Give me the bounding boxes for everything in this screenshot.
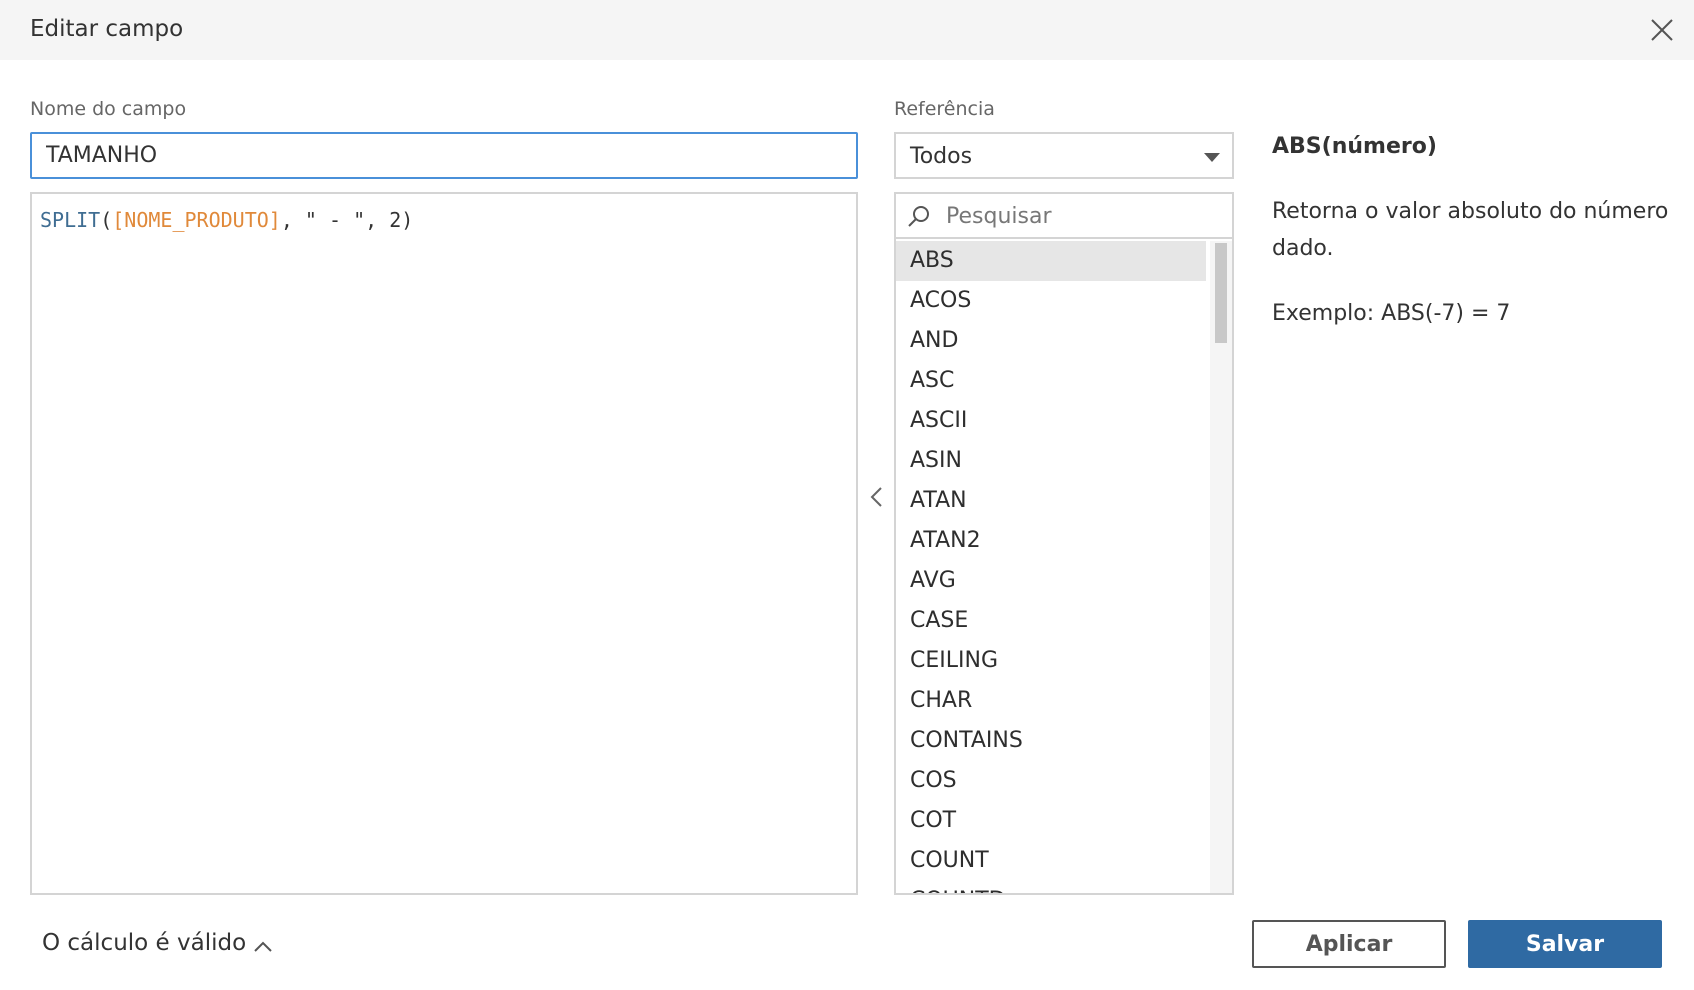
- dialog-title: Editar campo: [30, 16, 184, 42]
- function-search: [896, 194, 1232, 239]
- function-list-item[interactable]: CONTAINS: [896, 721, 1206, 761]
- function-list-item[interactable]: CHAR: [896, 681, 1206, 721]
- function-list-item[interactable]: ASCII: [896, 401, 1206, 441]
- function-list-item[interactable]: ACOS: [896, 281, 1206, 321]
- function-list-item[interactable]: AND: [896, 321, 1206, 361]
- close-icon[interactable]: [1646, 14, 1678, 46]
- function-list-item[interactable]: CEILING: [896, 641, 1206, 681]
- formula-open-paren: (: [100, 208, 113, 232]
- function-list-item[interactable]: AVG: [896, 561, 1206, 601]
- scrollbar-thumb[interactable]: [1215, 243, 1227, 343]
- formula-function: SPLIT: [40, 208, 101, 232]
- function-documentation: ABS(número) Retorna o valor absoluto do …: [1272, 134, 1672, 326]
- function-list-item[interactable]: COT: [896, 801, 1206, 841]
- function-list-panel: ABSACOSANDASCASCIIASINATANATAN2AVGCASECE…: [894, 192, 1234, 895]
- validation-status[interactable]: O cálculo é válido: [42, 930, 246, 956]
- function-search-input[interactable]: [946, 200, 1216, 232]
- chevron-left-icon[interactable]: [866, 484, 888, 510]
- formula-editor[interactable]: SPLIT([NOME_PRODUTO], " - ", 2): [30, 192, 858, 895]
- function-list-item[interactable]: COUNTD: [896, 881, 1206, 893]
- field-name-input[interactable]: [30, 132, 858, 179]
- function-signature: ABS(número): [1272, 134, 1437, 159]
- function-list-item[interactable]: CASE: [896, 601, 1206, 641]
- save-button[interactable]: Salvar: [1468, 920, 1662, 968]
- function-list-item[interactable]: COS: [896, 761, 1206, 801]
- apply-button[interactable]: Aplicar: [1252, 920, 1446, 968]
- formula-arguments: , " - ", 2): [280, 208, 414, 232]
- function-description: Retorna o valor absoluto do número dado.: [1272, 199, 1669, 261]
- search-icon: [908, 206, 929, 227]
- function-list-item[interactable]: ASC: [896, 361, 1206, 401]
- function-list-item[interactable]: ASIN: [896, 441, 1206, 481]
- field-name-label: Nome do campo: [30, 98, 187, 120]
- formula-code: SPLIT([NOME_PRODUTO], " - ", 2): [40, 208, 848, 232]
- function-list-item[interactable]: ATAN2: [896, 521, 1206, 561]
- reference-dropdown[interactable]: Todos: [894, 132, 1234, 179]
- function-list-item[interactable]: ABS: [896, 241, 1206, 281]
- dialog-header: Editar campo: [0, 0, 1694, 60]
- function-list: ABS ACOS AND ASC ASCII ASIN ATAN ATAN2 AVG CASE CE…: [896, 241, 1206, 893]
- function-example: Exemplo: ABS(-7) = 7: [1272, 301, 1511, 326]
- chevron-up-icon[interactable]: [252, 938, 274, 954]
- caret-down-icon: [1204, 153, 1220, 162]
- formula-field-reference: [NOME_PRODUTO]: [112, 208, 281, 232]
- reference-dropdown-value: Todos: [910, 144, 973, 169]
- reference-label: Referência: [894, 98, 995, 120]
- function-list-item[interactable]: COUNT: [896, 841, 1206, 881]
- function-list-scrollbar[interactable]: [1210, 241, 1232, 893]
- function-list-item[interactable]: ATAN: [896, 481, 1206, 521]
